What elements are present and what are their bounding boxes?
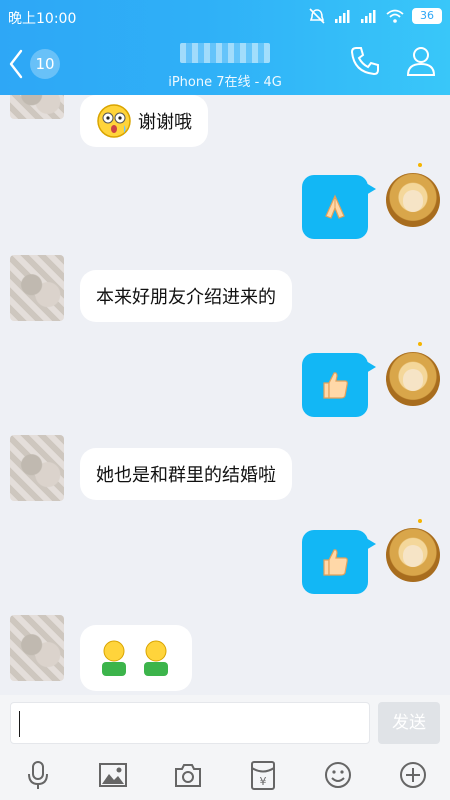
message-list[interactable]: 谢谢哦 本来好朋友介绍进来的 她也是和群里的结婚啦 [0, 95, 450, 695]
nav-bar: 10 iPhone 7在线 - 4G [0, 32, 450, 95]
thumbs-up-icon [323, 549, 348, 576]
message-text: 本来好朋友介绍进来的 [96, 287, 276, 308]
plus-icon[interactable] [398, 760, 428, 790]
chevron-left-icon [9, 49, 23, 79]
contact-avatar[interactable] [10, 95, 64, 119]
online-dot [418, 163, 422, 167]
online-dot [418, 342, 422, 346]
message-left[interactable]: 她也是和群里的结婚啦 [80, 448, 292, 500]
contact-avatar[interactable] [10, 435, 64, 501]
contact-name-blurred [180, 43, 270, 63]
mute-icon [309, 8, 325, 24]
shocked-face-icon [97, 104, 131, 138]
camera-icon[interactable] [173, 760, 203, 790]
message-text: 谢谢哦 [138, 112, 192, 133]
battery-indicator: 36 [412, 8, 442, 24]
thumbs-up-icon [323, 372, 348, 399]
two-people-icon [102, 640, 168, 676]
message-left[interactable]: 本来好朋友介绍进来的 [80, 270, 292, 322]
phone-call-icon[interactable] [348, 44, 382, 78]
back-button[interactable]: 10 [8, 44, 63, 84]
wifi-icon [386, 9, 404, 23]
message-right[interactable] [302, 353, 376, 417]
pray-hands-icon [325, 194, 345, 219]
text-caret [19, 711, 20, 737]
status-time: 晚上10:00 [8, 11, 77, 27]
emoji-icon[interactable] [323, 760, 353, 790]
svg-text:¥: ¥ [260, 775, 267, 788]
message-left[interactable]: 谢谢哦 [80, 95, 208, 147]
composer-bar: 发送 [0, 695, 450, 750]
unread-count-badge: 10 [30, 49, 60, 79]
send-button[interactable]: 发送 [378, 702, 440, 744]
my-avatar[interactable] [386, 173, 440, 227]
message-right[interactable] [302, 175, 376, 239]
signal-icon-2 [361, 10, 376, 23]
status-bar: 晚上10:00 36 [0, 0, 450, 32]
message-text: 她也是和群里的结婚啦 [96, 465, 276, 486]
message-left[interactable] [80, 625, 192, 691]
image-icon[interactable] [98, 760, 128, 790]
profile-icon[interactable] [404, 44, 438, 78]
message-input[interactable] [10, 702, 370, 744]
bottom-toolbar: ¥ [0, 750, 450, 800]
chat-title[interactable]: iPhone 7在线 - 4G [120, 37, 330, 93]
online-status: iPhone 7在线 - 4G [168, 75, 282, 90]
signal-icon-1 [335, 10, 350, 23]
header: 晚上10:00 36 10 iPhone 7在线 - 4G [0, 0, 450, 95]
online-dot [418, 519, 422, 523]
contact-avatar[interactable] [10, 615, 64, 681]
message-right[interactable] [302, 530, 376, 594]
red-envelope-icon[interactable]: ¥ [248, 760, 278, 790]
contact-avatar[interactable] [10, 255, 64, 321]
my-avatar[interactable] [386, 528, 440, 582]
my-avatar[interactable] [386, 352, 440, 406]
microphone-icon[interactable] [23, 760, 53, 790]
status-icons: 36 [308, 8, 442, 24]
nav-actions [348, 44, 438, 78]
